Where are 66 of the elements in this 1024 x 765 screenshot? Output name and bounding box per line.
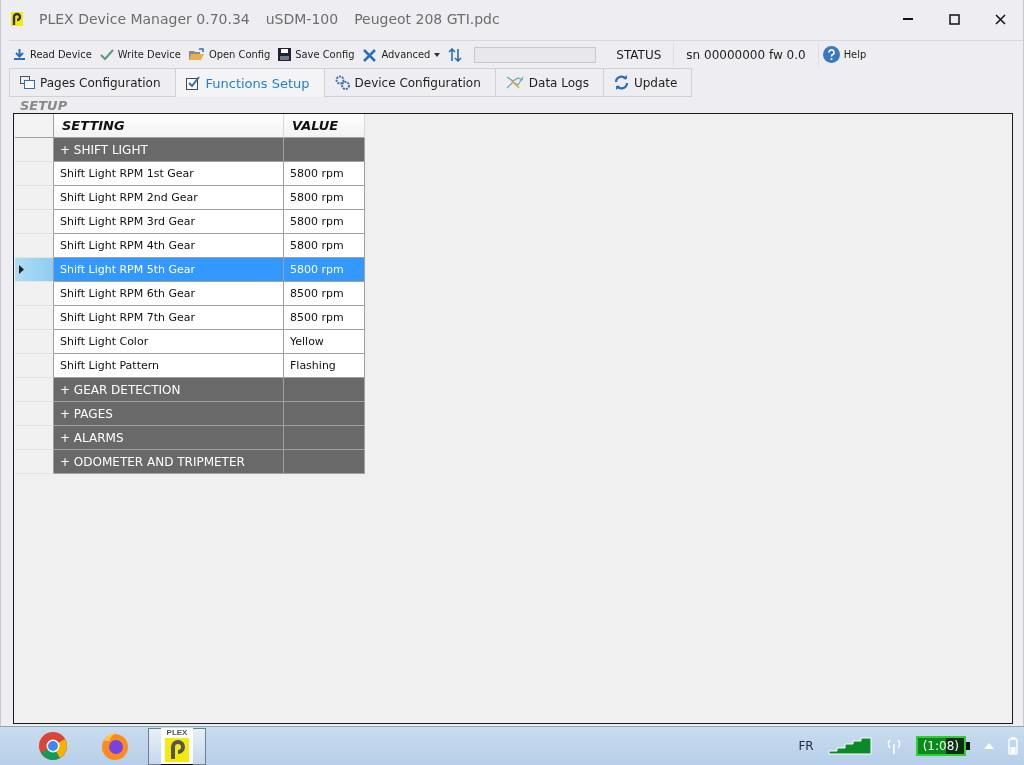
toolbar-dropdown[interactable]: Advanced xyxy=(358,42,445,67)
status-label: sn 00000000 fw 0.0 xyxy=(674,42,819,67)
save-icon xyxy=(278,48,292,61)
column-header[interactable]: VALUE xyxy=(284,114,365,138)
setting-cell[interactable]: Shift Light RPM 2nd Gear xyxy=(54,186,284,210)
setting-cell[interactable]: Shift Light Color xyxy=(54,330,284,354)
folder-icon xyxy=(188,48,205,61)
download-icon xyxy=(13,48,26,61)
tab[interactable]: Data Logs xyxy=(494,68,604,97)
row-header[interactable] xyxy=(15,258,54,282)
check-icon xyxy=(99,48,114,61)
checkbox-icon xyxy=(185,75,201,91)
value-cell[interactable]: 8500 rpm xyxy=(284,306,365,330)
column-header[interactable]: SETTING xyxy=(54,114,284,138)
current-row-icon xyxy=(19,265,24,274)
value-cell[interactable]: 5800 rpm xyxy=(284,234,365,258)
gears-icon xyxy=(334,75,350,90)
app-logo-icon xyxy=(11,12,23,26)
setting-cell[interactable]: Shift Light RPM 4th Gear xyxy=(54,234,284,258)
group-header[interactable]: + ALARMS xyxy=(54,426,284,450)
refresh-icon xyxy=(613,75,629,90)
toolbar-button[interactable]: Open Config xyxy=(184,42,275,67)
caret-up-icon[interactable] xyxy=(984,743,994,749)
pages-icon xyxy=(20,76,35,89)
close-icon[interactable] xyxy=(994,13,1006,25)
language-indicator[interactable]: FR xyxy=(798,739,814,753)
toolbar-button[interactable]: Save Config xyxy=(274,42,359,67)
value-cell[interactable]: 8500 rpm xyxy=(284,282,365,306)
window-title: PLEX Device Manager 0.70.34 xyxy=(39,11,250,27)
toolbar-button[interactable]: Help xyxy=(818,42,871,67)
antenna-icon[interactable] xyxy=(885,738,902,754)
taskbar-app[interactable]: PLEX xyxy=(148,727,206,765)
setting-cell[interactable]: Shift Light RPM 1st Gear xyxy=(54,162,284,186)
tab[interactable]: Pages Configuration xyxy=(9,68,176,97)
signal-strength-icon[interactable] xyxy=(827,737,872,755)
section-title: SETUP xyxy=(20,99,69,113)
status-label: STATUS xyxy=(604,42,675,67)
tab[interactable]: Update xyxy=(602,68,693,97)
group-header[interactable]: + GEAR DETECTION xyxy=(54,378,284,402)
value-cell[interactable]: Yellow xyxy=(284,330,365,354)
caret-icon xyxy=(434,52,441,57)
battery-icon[interactable] xyxy=(1008,737,1018,755)
setting-cell[interactable]: Shift Light RPM 6th Gear xyxy=(54,282,284,306)
value-cell[interactable]: Flashing xyxy=(284,354,365,378)
setting-cell[interactable]: Shift Light Pattern xyxy=(54,354,284,378)
tab[interactable]: Device Configuration xyxy=(323,68,496,97)
sort-icon xyxy=(448,47,463,62)
window-title: uSDM-100 xyxy=(265,11,339,27)
group-header[interactable]: + SHIFT LIGHT xyxy=(54,138,284,162)
setting-cell[interactable]: Shift Light RPM 3rd Gear xyxy=(54,210,284,234)
toolbar-button[interactable]: Read Device xyxy=(9,42,96,67)
app-logo: PLEX xyxy=(161,727,193,765)
value-cell[interactable]: 5800 rpm xyxy=(284,210,365,234)
value-cell[interactable]: 5800 rpm xyxy=(284,186,365,210)
tab[interactable]: Functions Setup xyxy=(174,68,325,97)
browser-icon xyxy=(38,731,68,761)
setting-cell[interactable]: Shift Light RPM 7th Gear xyxy=(54,306,284,330)
maximize-icon[interactable] xyxy=(948,13,960,25)
window-title: Peugeot 208 GTI.pdc xyxy=(354,11,500,27)
group-header[interactable]: + PAGES xyxy=(54,402,284,426)
help-icon xyxy=(822,46,840,63)
value-cell[interactable]: 5800 rpm xyxy=(284,162,365,186)
graph-icon xyxy=(505,75,524,90)
toolbar-button[interactable]: Write Device xyxy=(95,42,185,67)
group-header[interactable]: + ODOMETER AND TRIPMETER xyxy=(54,450,284,474)
browser-icon xyxy=(100,731,130,761)
